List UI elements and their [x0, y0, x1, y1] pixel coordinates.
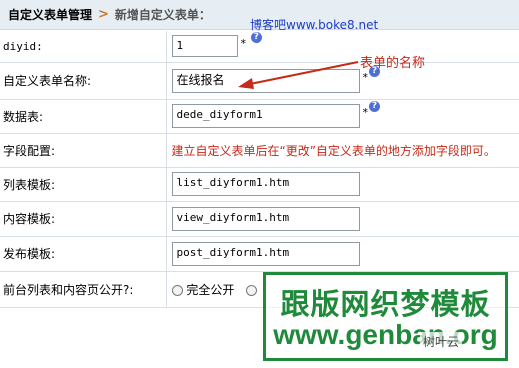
- row-view-template: 内容模板: view_diyform1.htm: [0, 201, 519, 237]
- required-mark: *: [362, 70, 369, 84]
- list-template-input[interactable]: list_diyform1.htm: [171, 172, 360, 196]
- breadcrumb-root[interactable]: 自定义表单管理: [8, 6, 92, 23]
- row-table: 数据表: dede_diyform1 *?: [0, 99, 519, 134]
- data-table-input[interactable]: dede_diyform1: [171, 104, 360, 128]
- view-template-input[interactable]: view_diyform1.htm: [171, 206, 360, 231]
- label-list-template: 列表模板:: [0, 167, 167, 202]
- logo-line-2: www.genban.org: [273, 319, 498, 350]
- row-fields: 字段配置: 建立自定义表单后在“更改”自定义表单的地方添加字段即可。: [0, 133, 519, 168]
- label-diyid: diyid:: [0, 31, 167, 63]
- row-list-template: 列表模板: list_diyform1.htm: [0, 167, 519, 202]
- radio-fully-public-label: 完全公开: [186, 282, 235, 297]
- field-config-note: 建立自定义表单后在“更改”自定义表单的地方添加字段即可。: [171, 143, 496, 158]
- label-public: 前台列表和内容页公开?:: [0, 271, 167, 308]
- label-form-name: 自定义表单名称:: [0, 62, 167, 100]
- radio-fully-public[interactable]: [171, 284, 183, 296]
- post-template-input[interactable]: post_diyform1.htm: [171, 241, 360, 266]
- watermark-logo: 跟版网织梦模板 www.genban.org: [263, 272, 508, 361]
- row-name: 自定义表单名称: 在线报名 *?: [0, 62, 519, 100]
- form-name-input[interactable]: 在线报名: [171, 68, 360, 93]
- form-table: diyid: 1 * ? 自定义表单名称: 在线报名 *? 数据表: dede_di…: [0, 31, 519, 308]
- required-mark: *: [362, 106, 369, 119]
- logo-line-1: 跟版网织梦模板: [280, 287, 491, 321]
- label-data-table: 数据表:: [0, 99, 167, 134]
- corner-watermark: 树叶云: [420, 332, 463, 351]
- help-icon[interactable]: ?: [369, 101, 380, 112]
- radio-option-2[interactable]: [246, 284, 258, 296]
- row-diyid: diyid: 1 * ?: [0, 31, 519, 63]
- breadcrumb-current: 新增自定义表单：: [114, 8, 211, 22]
- row-post-template: 发布模板: post_diyform1.htm: [0, 236, 519, 272]
- required-mark: *: [240, 37, 247, 51]
- diyid-input[interactable]: 1: [171, 35, 238, 58]
- label-post-template: 发布模板:: [0, 236, 167, 272]
- label-field-config: 字段配置:: [0, 133, 167, 168]
- label-view-template: 内容模板:: [0, 201, 167, 237]
- annotation-label: 表单的名称: [360, 56, 426, 71]
- help-icon[interactable]: ?: [250, 32, 262, 44]
- breadcrumb-separator: >: [98, 7, 109, 22]
